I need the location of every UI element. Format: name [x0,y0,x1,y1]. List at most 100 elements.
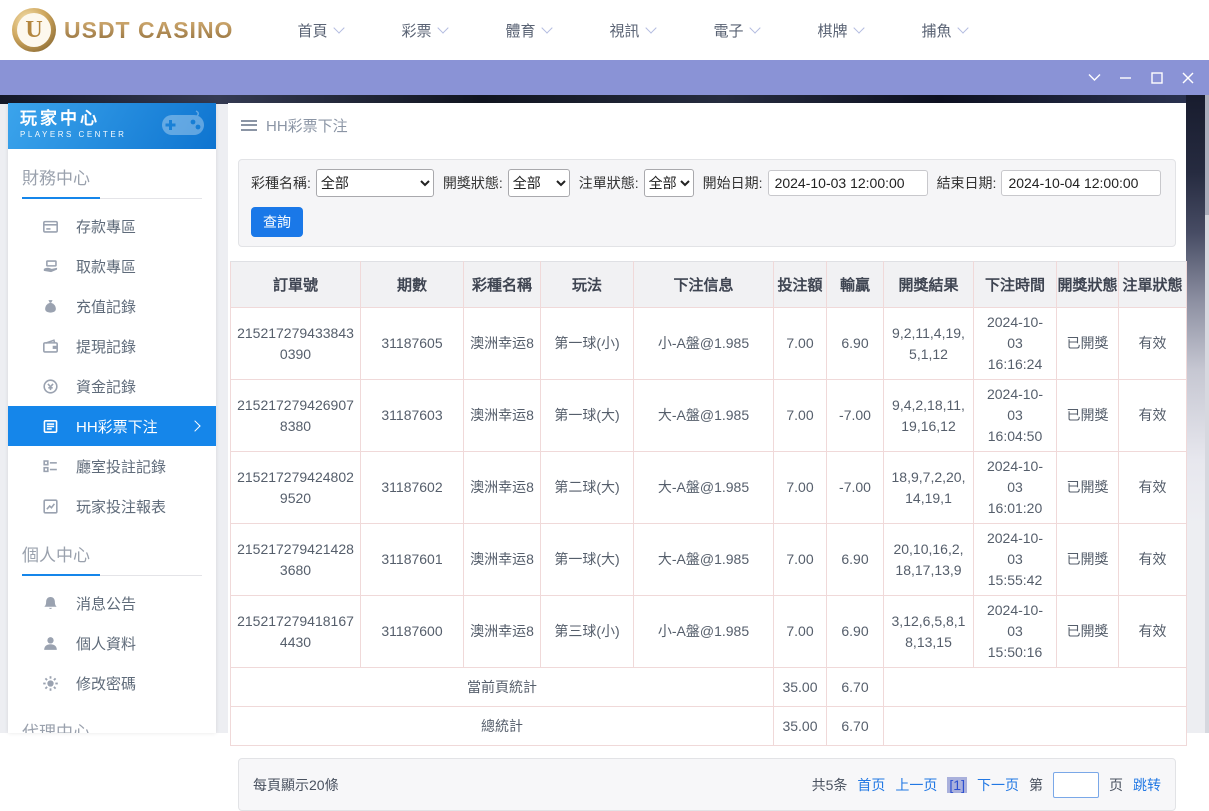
table-cell: 有效 [1119,380,1187,452]
user-icon [42,635,59,652]
sidebar-item-label: 資金記錄 [76,376,136,397]
chevron-down-icon [333,22,344,33]
sidebar-section-title: 財務中心 [22,164,202,199]
nav-item-label: 體育 [505,20,535,41]
sidebar-item-recharge-records[interactable]: 充值記錄 [8,286,216,326]
filter-panel: 彩種名稱: 全部 開獎狀態: 全部 注單狀態: 全部 開始日期: 結束日期: 查… [238,159,1176,247]
nav-item-lottery[interactable]: 彩票 [372,20,476,41]
table-cell: 有效 [1119,452,1187,524]
table-cell: 20,10,16,2,18,17,13,9 [884,524,974,596]
nav-item-home[interactable]: 首頁 [268,20,372,41]
prev-page-link[interactable]: 上一页 [895,775,937,795]
table-cell: 已開獎 [1057,596,1119,668]
sidebar-item-hh-lottery-bets[interactable]: HH彩票下注 [8,406,216,446]
chevron-down-icon [437,22,448,33]
lottery-name-select[interactable]: 全部 [316,169,434,197]
table-cell: 第一球(大) [541,380,634,452]
order-status-select[interactable]: 全部 [644,169,694,197]
nav-item-label: 棋牌 [817,20,847,41]
sidebar-item-funds-records[interactable]: 資金記錄 [8,366,216,406]
jump-link[interactable]: 跳转 [1133,775,1161,795]
window-maximize-button[interactable] [1141,60,1172,95]
chevron-down-icon [957,22,968,33]
draw-status-select[interactable]: 全部 [508,169,570,197]
sidebar-item-player-bet-report[interactable]: 玩家投注報表 [8,486,216,526]
chevron-right-icon [189,420,200,431]
sidebar-section-title: 個人中心 [22,541,202,576]
table-cell: 3,12,6,5,8,18,13,15 [884,596,974,668]
table-cell: 31187600 [361,596,464,668]
page-suffix-label: 页 [1109,775,1123,795]
nav-item-electronic[interactable]: 電子 [684,20,788,41]
scrollbar-thumb[interactable] [1205,95,1209,215]
money-bag-icon [42,298,59,315]
lottery-name-label: 彩種名稱: [251,173,311,193]
table-cell: 9,2,11,4,19,5,1,12 [884,308,974,380]
sidebar-item-change-password[interactable]: 修改密碼 [8,663,216,703]
column-header-2: 彩種名稱 [464,262,541,308]
table-cell: 已開獎 [1057,308,1119,380]
table-cell: 2152172794338430390 [231,308,361,380]
table-cell: 第三球(小) [541,596,634,668]
draw-status-label: 開獎狀態: [443,173,503,193]
table-row: 215217279421428368031187601澳洲幸运8第一球(大)大-… [231,524,1187,596]
start-date-input[interactable] [768,170,928,196]
table-cell: 已開獎 [1057,452,1119,524]
sidebar-item-withdraw-area[interactable]: 取款專區 [8,246,216,286]
players-center-banner: 玩家中心 PLAYERS CENTER [8,103,216,149]
summary-winloss-total: 6.70 [827,707,884,746]
table-cell: 大-A盤@1.985 [634,452,774,524]
table-cell: 7.00 [774,524,827,596]
end-date-input[interactable] [1001,170,1161,196]
order-status-label: 注單狀態: [579,173,639,193]
sidebar-item-profile[interactable]: 個人資料 [8,623,216,663]
gamepad-icon [160,109,206,141]
table-cell: 澳洲幸运8 [464,452,541,524]
window-dropdown-button[interactable] [1079,60,1110,95]
window-minimize-button[interactable] [1110,60,1141,95]
sidebar-item-label: 個人資料 [76,633,136,654]
nav-item-video[interactable]: 視訊 [580,20,684,41]
summary-row: 當前頁統計35.006.70 [231,668,1187,707]
sidebar-item-room-bet-records[interactable]: 廳室投註記錄 [8,446,216,486]
nav-item-sports[interactable]: 體育 [476,20,580,41]
background-right-strip [1186,95,1205,525]
site-logo[interactable]: U USDT CASINO [0,8,240,52]
current-page-indicator: [1] [947,777,967,793]
table-cell: 6.90 [827,308,884,380]
first-page-link[interactable]: 首页 [857,775,885,795]
table-row: 215217279418167443031187600澳洲幸运8第三球(小)小-… [231,596,1187,668]
menu-icon[interactable] [241,117,257,133]
summary-bet-total: 35.00 [774,668,827,707]
table-cell: 已開獎 [1057,380,1119,452]
nav-item-label: 首頁 [297,20,327,41]
column-header-3: 玩法 [541,262,634,308]
search-button[interactable]: 查詢 [251,207,303,237]
sidebar: 玩家中心 PLAYERS CENTER 財務中心存款專區取款專區充值記錄提現記錄… [8,103,216,733]
column-header-6: 輸贏 [827,262,884,308]
sidebar-item-withdrawal-records[interactable]: 提現記錄 [8,326,216,366]
end-date-label: 結束日期: [937,173,997,193]
sidebar-item-announcements[interactable]: 消息公告 [8,583,216,623]
column-header-8: 下注時間 [974,262,1057,308]
table-cell: -7.00 [827,380,884,452]
sidebar-item-deposit-area[interactable]: 存款專區 [8,206,216,246]
table-cell: -7.00 [827,452,884,524]
nav-item-fishing[interactable]: 捕魚 [892,20,996,41]
page-number-input[interactable] [1053,772,1099,798]
column-header-9: 開獎狀態 [1057,262,1119,308]
window-close-button[interactable] [1172,60,1203,95]
chevron-down-icon [853,22,864,33]
nav-item-board-games[interactable]: 棋牌 [788,20,892,41]
table-cell: 第二球(大) [541,452,634,524]
page-scrollbar[interactable] [1205,95,1209,733]
next-page-link[interactable]: 下一页 [977,775,1019,795]
table-cell: 7.00 [774,596,827,668]
table-cell: 已開獎 [1057,524,1119,596]
sidebar-item-label: 存款專區 [76,216,136,237]
table-cell: 有效 [1119,308,1187,380]
table-cell: 大-A盤@1.985 [634,380,774,452]
bell-icon [42,595,59,612]
table-cell: 31187605 [361,308,464,380]
maximize-icon [1151,72,1163,84]
